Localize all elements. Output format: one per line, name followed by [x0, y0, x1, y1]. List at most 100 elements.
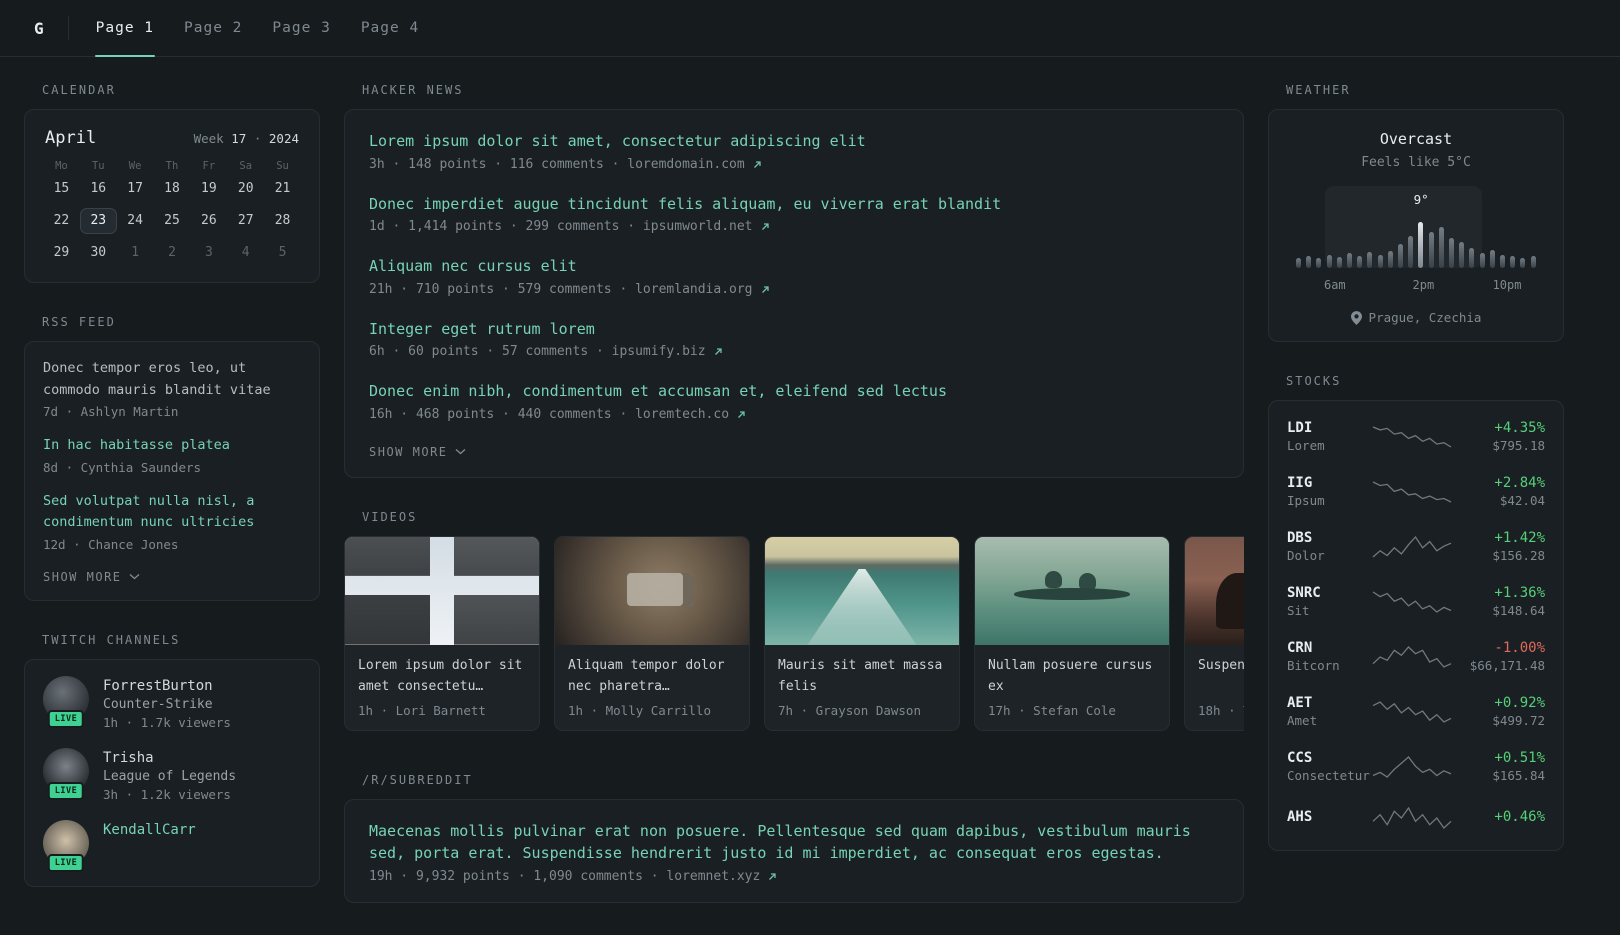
external-link-icon[interactable] [713, 346, 724, 357]
hn-item-title[interactable]: Donec enim nibh, condimentum et accumsan… [369, 380, 1219, 403]
calendar-day: 19 [201, 181, 217, 196]
app-logo[interactable]: G [24, 0, 62, 56]
video-thumbnail [555, 536, 749, 645]
stock-price: $165.84 [1492, 768, 1545, 783]
week-number: 17 [231, 131, 247, 146]
weather-bar [1479, 253, 1485, 268]
stock-row[interactable]: SNRC Sit +1.36% $148.64 [1285, 574, 1547, 629]
stock-values: +0.92% $499.72 [1453, 695, 1545, 728]
hn-item-title[interactable]: Lorem ipsum dolor sit amet, consectetur … [369, 130, 1219, 153]
stock-row[interactable]: LDI Lorem +4.35% $795.18 [1285, 409, 1547, 464]
video-title[interactable]: Aliquam tempor dolor nec pharetra… [568, 655, 736, 697]
external-link-icon[interactable] [752, 159, 763, 170]
show-more-button[interactable]: SHOW MORE [43, 568, 140, 584]
reddit-post-title[interactable]: Maecenas mollis pulvinar erat non posuer… [369, 820, 1219, 865]
video-meta: 17h · Stefan Cole [988, 702, 1116, 718]
calendar-day: 30 [90, 245, 107, 260]
stock-id: AHS [1287, 809, 1371, 827]
tab-page-2[interactable]: Page 2 [169, 0, 257, 56]
rss-item-title[interactable]: Donec tempor eros leo, ut commodo mauris… [43, 358, 301, 401]
weather-bar [1530, 256, 1536, 268]
weather-feels-like: Feels like 5°C [1361, 155, 1471, 170]
stock-row[interactable]: AET Amet +0.92% $499.72 [1285, 684, 1547, 739]
external-link-icon[interactable] [767, 871, 778, 882]
external-link-icon[interactable] [736, 409, 747, 420]
twitch-channel[interactable]: LIVE KendallCarr [43, 819, 301, 872]
tab-page-3[interactable]: Page 3 [257, 0, 345, 56]
weather-bar [1367, 252, 1373, 268]
external-link-icon[interactable] [760, 221, 771, 232]
stock-change: +0.51% [1494, 750, 1545, 766]
channel-meta: 1h · 1.7k viewers [103, 714, 231, 730]
stock-change: -1.00% [1494, 640, 1545, 656]
stock-ticker: IIG [1287, 475, 1313, 491]
external-link-icon[interactable] [760, 284, 771, 295]
weather-location[interactable]: Prague, Czechia [1289, 310, 1543, 325]
video-card[interactable]: Nullam posuere cursus ex 17h · Stefan Co… [974, 535, 1170, 731]
stock-id: LDI Lorem [1287, 420, 1371, 453]
calendar-day: 5 [278, 245, 287, 260]
video-card-body: Lorem ipsum dolor sit amet consectetu… 1… [345, 645, 539, 730]
show-more-button[interactable]: SHOW MORE [369, 443, 466, 459]
stock-row[interactable]: AHS +0.46% [1285, 794, 1547, 842]
stock-row[interactable]: IIG Ipsum +2.84% $42.04 [1285, 464, 1547, 519]
stock-row[interactable]: CRN Bitcorn -1.00% $66,171.48 [1285, 629, 1547, 684]
video-card[interactable]: Aliquam tempor dolor nec pharetra… 1h · … [554, 535, 750, 731]
video-meta: 18h · Tara [1198, 702, 1244, 718]
video-meta: 7h · Grayson Dawson [778, 702, 921, 718]
rss-item-title[interactable]: Sed volutpat nulla nisl, a condimentum n… [43, 491, 301, 534]
video-title[interactable]: Lorem ipsum dolor sit amet consectetu… [358, 655, 526, 697]
stock-name: Lorem [1287, 438, 1325, 453]
weather-bar [1336, 257, 1342, 268]
rss-widget: RSS FEED Donec tempor eros leo, ut commo… [24, 315, 320, 601]
channel-name[interactable]: ForrestBurton [103, 676, 231, 694]
twitch-channel[interactable]: LIVE Trisha League of Legends 3h · 1.2k … [43, 747, 301, 802]
hn-item: Integer eget rutrum lorem 6h · 60 points… [369, 318, 1219, 359]
calendar-month: April [45, 128, 97, 148]
stock-name: Ipsum [1287, 493, 1325, 508]
weather-chart: 9° [1293, 186, 1539, 268]
weather-bar [1316, 258, 1322, 268]
stocks-panel: LDI Lorem +4.35% $795.18 IIG Ipsum +2.84… [1268, 400, 1564, 851]
stock-change: +0.92% [1494, 695, 1545, 711]
dashboard-grid: CALENDAR April Week 17 · 2024 Mo Tu We Th Fr… [0, 57, 1620, 935]
reddit-post: Maecenas mollis pulvinar erat non posuer… [369, 820, 1219, 884]
hn-item-meta: 21h · 710 points · 579 comments · loreml… [369, 282, 1219, 297]
stock-row[interactable]: DBS Dolor +1.42% $156.28 [1285, 519, 1547, 574]
video-title[interactable]: Mauris sit amet massa felis [778, 655, 946, 697]
weather-temp-label: 9° [1413, 192, 1429, 207]
rss-item-title[interactable]: In hac habitasse platea [43, 435, 301, 457]
hn-meta-text: 21h · 710 points · 579 comments · loreml… [369, 281, 753, 297]
tab-page-4[interactable]: Page 4 [346, 0, 434, 56]
right-column: WEATHER Overcast Feels like 5°C 9° 6am 2… [1268, 83, 1564, 883]
video-title[interactable]: Suspendisse diam [1198, 655, 1244, 697]
weather-bar [1418, 222, 1424, 268]
video-card[interactable]: Mauris sit amet massa felis 7h · Grayson… [764, 535, 960, 731]
section-title-calendar: CALENDAR [42, 83, 116, 97]
tab-page-1[interactable]: Page 1 [81, 0, 169, 57]
hn-item-title[interactable]: Integer eget rutrum lorem [369, 318, 1219, 341]
show-more-label: SHOW MORE [43, 569, 122, 584]
weather-bar [1408, 236, 1414, 268]
show-more-label: SHOW MORE [369, 444, 448, 459]
twitch-channel[interactable]: LIVE ForrestBurton Counter-Strike 1h · 1… [43, 675, 301, 730]
rss-item: In hac habitasse platea 8d · Cynthia Sau… [43, 435, 301, 475]
video-card[interactable]: Lorem ipsum dolor sit amet consectetu… 1… [344, 535, 540, 731]
hn-item-title[interactable]: Aliquam nec cursus elit [369, 255, 1219, 278]
video-card-body: Mauris sit amet massa felis 7h · Grayson… [765, 645, 959, 730]
subreddit-panel: Maecenas mollis pulvinar erat non posuer… [344, 798, 1244, 903]
hn-item-title[interactable]: Donec imperdiet augue tincidunt felis al… [369, 193, 1219, 216]
channel-name[interactable]: Trisha [103, 748, 236, 766]
calendar-widget: CALENDAR April Week 17 · 2024 Mo Tu We Th Fr… [24, 83, 320, 283]
calendar-day: 1 [131, 245, 140, 260]
video-title[interactable]: Nullam posuere cursus ex [988, 655, 1156, 697]
stock-sparkline [1371, 754, 1453, 780]
stock-sparkline [1371, 534, 1453, 560]
hn-item-meta: 16h · 468 points · 440 comments · loremt… [369, 407, 1219, 422]
stock-id: AET Amet [1287, 695, 1371, 728]
hn-item-meta: 3h · 148 points · 116 comments · loremdo… [369, 157, 1219, 172]
stock-row[interactable]: CCS Consectetur +0.51% $165.84 [1285, 739, 1547, 794]
channel-name[interactable]: KendallCarr [103, 820, 196, 838]
weather-bar [1306, 256, 1312, 268]
video-card[interactable]: Suspendisse diam 18h · Tara [1184, 535, 1244, 731]
